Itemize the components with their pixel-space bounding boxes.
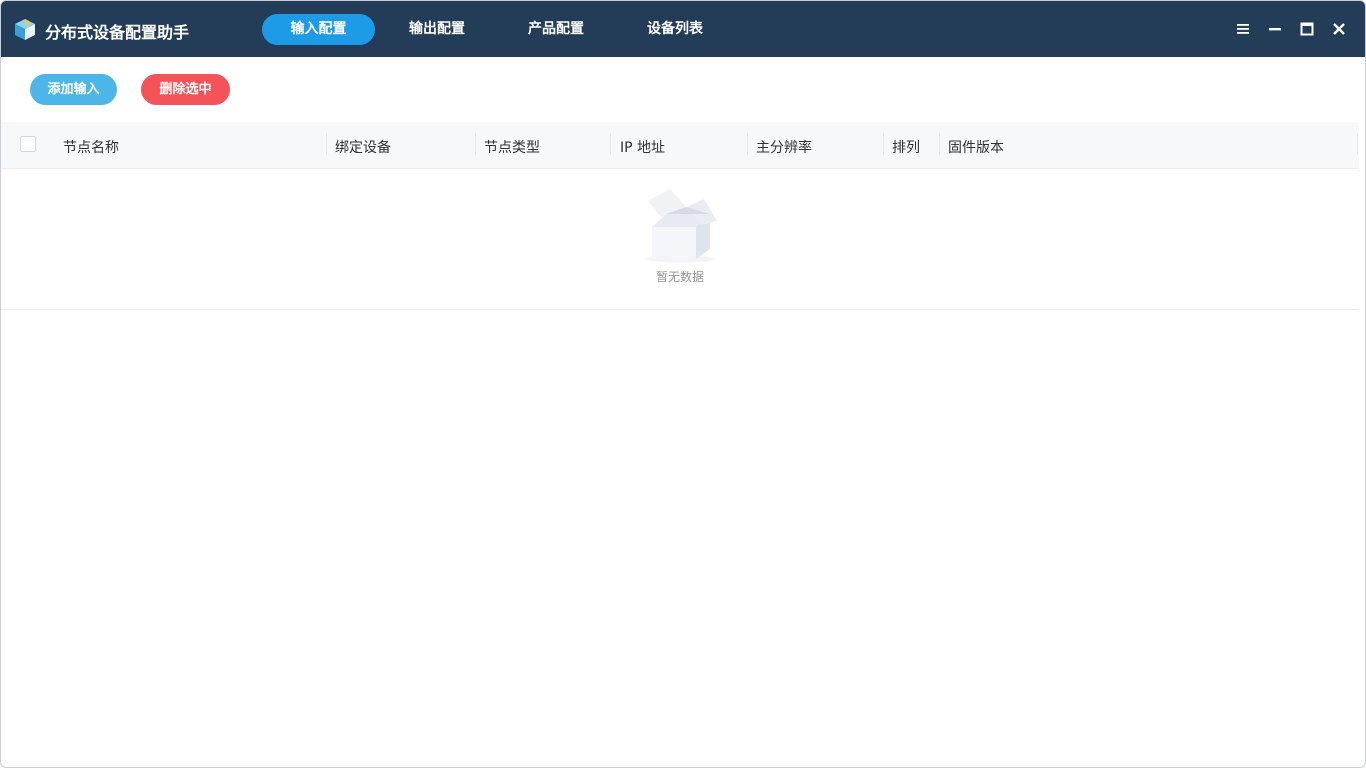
column-ip-address[interactable]: IP 地址 xyxy=(620,137,665,157)
empty-box-icon xyxy=(646,189,717,263)
menu-icon[interactable] xyxy=(1233,19,1253,39)
column-node-type[interactable]: 节点类型 xyxy=(484,137,540,157)
tab-product-config[interactable]: 产品配置 xyxy=(507,14,605,45)
column-resize-handle[interactable] xyxy=(610,133,611,155)
close-icon[interactable] xyxy=(1329,19,1349,39)
table-header xyxy=(1,122,1359,169)
add-input-button[interactable]: 添加输入 xyxy=(30,74,117,105)
column-bound-device[interactable]: 绑定设备 xyxy=(335,137,391,157)
cube-icon xyxy=(15,19,35,40)
column-resize-handle[interactable] xyxy=(475,133,476,155)
column-resize-handle[interactable] xyxy=(747,133,748,155)
select-all-checkbox[interactable] xyxy=(20,136,36,152)
tab-input-config[interactable]: 输入配置 xyxy=(262,14,375,45)
empty-state-text: 暂无数据 xyxy=(655,270,704,284)
app-title: 分布式设备配置助手 xyxy=(45,23,190,42)
column-resize-handle[interactable] xyxy=(326,133,327,155)
tab-output-config[interactable]: 输出配置 xyxy=(388,14,486,45)
delete-selected-button[interactable]: 删除选中 xyxy=(141,74,230,105)
column-resize-handle[interactable] xyxy=(1357,133,1358,155)
column-node-name[interactable]: 节点名称 xyxy=(63,137,119,157)
maximize-icon[interactable] xyxy=(1297,19,1317,39)
column-resize-handle[interactable] xyxy=(939,133,940,155)
app-window: 分布式设备配置助手 输入配置 输出配置 产品配置 设备列表 添加输入 删除选中 … xyxy=(0,0,1366,768)
column-main-resolution[interactable]: 主分辨率 xyxy=(756,137,812,157)
minimize-icon[interactable] xyxy=(1265,19,1285,39)
tab-device-list[interactable]: 设备列表 xyxy=(626,14,724,45)
column-resize-handle[interactable] xyxy=(883,133,884,155)
column-firmware-version[interactable]: 固件版本 xyxy=(948,137,1004,157)
column-arrangement[interactable]: 排列 xyxy=(892,137,920,157)
title-bar: 分布式设备配置助手 输入配置 输出配置 产品配置 设备列表 xyxy=(1,1,1365,57)
